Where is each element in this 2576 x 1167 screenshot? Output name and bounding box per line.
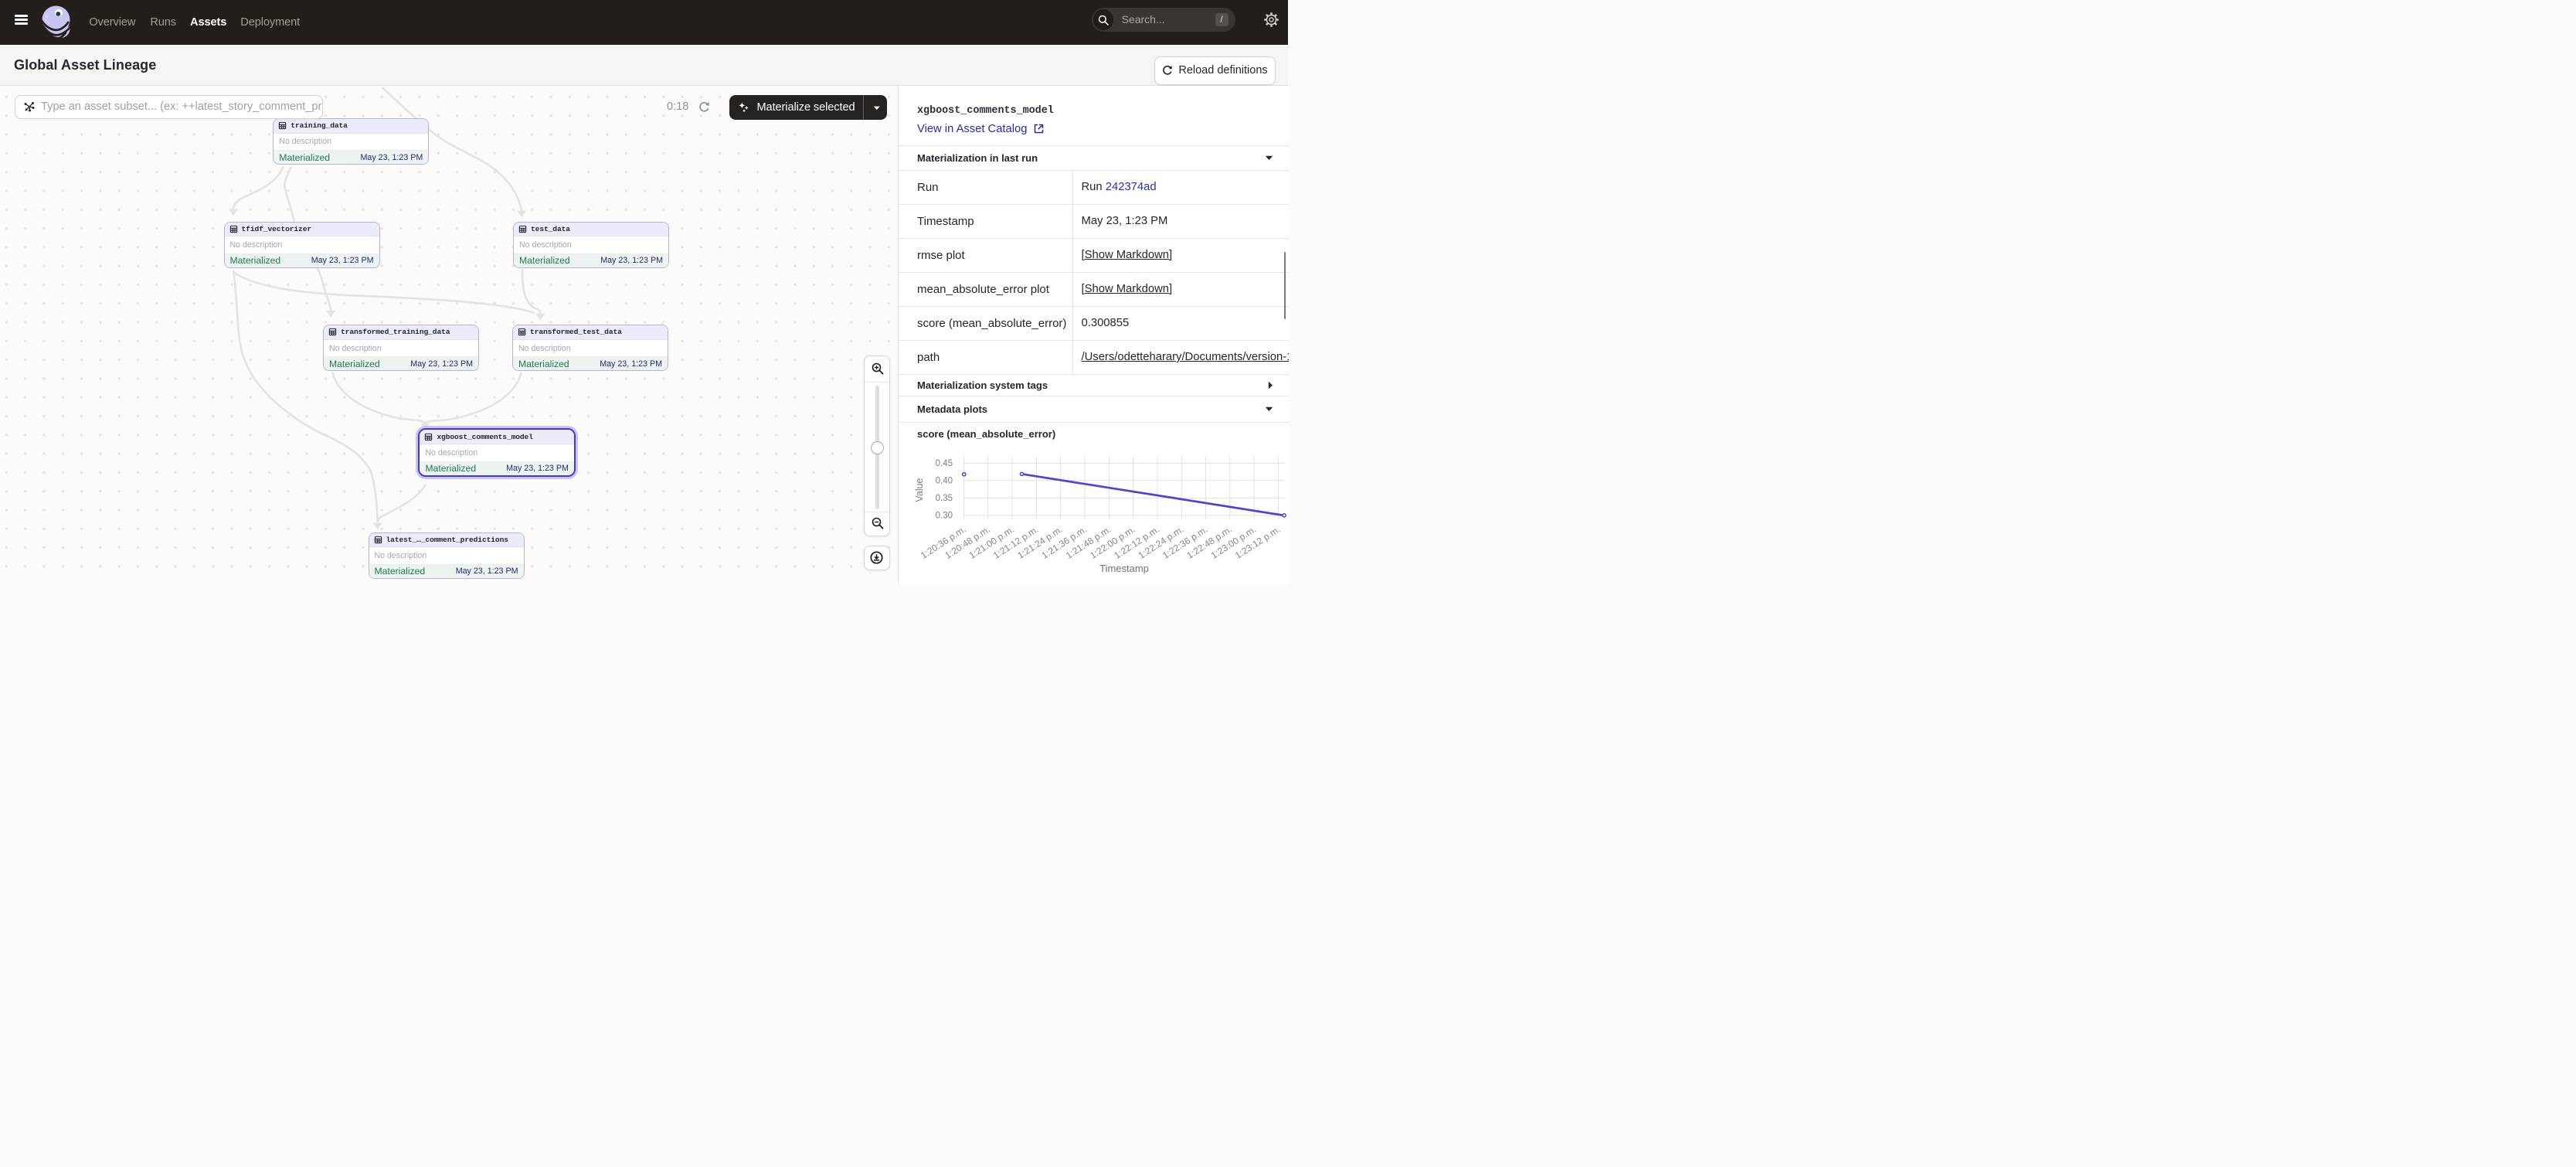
- svg-text:Timestamp: Timestamp: [1099, 563, 1149, 574]
- svg-text:Value: Value: [914, 478, 925, 502]
- svg-text:0.40: 0.40: [935, 477, 952, 486]
- svg-text:0.35: 0.35: [935, 494, 952, 503]
- svg-text:0.45: 0.45: [935, 459, 952, 468]
- svg-text:0.30: 0.30: [935, 512, 952, 521]
